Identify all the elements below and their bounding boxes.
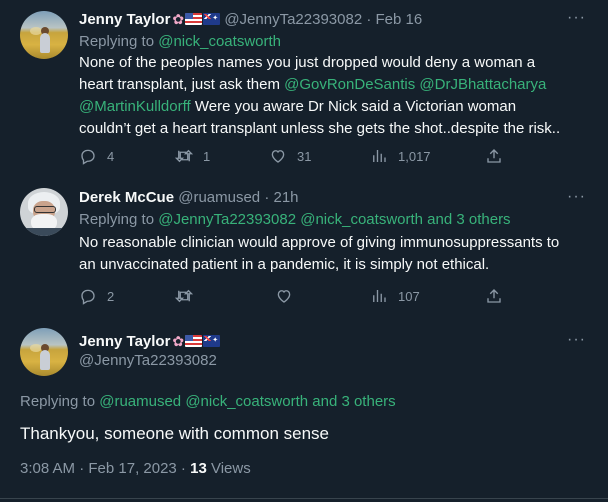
- reply-icon: [81, 289, 95, 305]
- action-bar: 2 107: [79, 286, 509, 306]
- more-icon[interactable]: ···: [567, 188, 586, 206]
- tweet-text-line: None of the peoples names you just dropp…: [79, 54, 536, 71]
- retweet-button[interactable]: 1: [175, 146, 210, 166]
- mention-link[interactable]: @GovRonDeSantis: [284, 76, 415, 93]
- tweet-header: Derek McCue @ruamused · 21h: [79, 188, 299, 208]
- au-flag-icon: [203, 335, 221, 347]
- author-handle[interactable]: @JennyTa22393082: [79, 351, 217, 371]
- divider: [0, 498, 608, 499]
- like-button[interactable]: [275, 286, 303, 306]
- avatar-glasses: [34, 206, 56, 213]
- author-name-row: Jenny Taylor ✿: [79, 331, 221, 352]
- avatar[interactable]: [20, 328, 68, 376]
- views-count: 13: [190, 460, 207, 477]
- author-name[interactable]: Derek McCue: [79, 189, 174, 206]
- tweet-meta: 3:08 AM · Feb 17, 2023 · 13 Views: [20, 459, 251, 479]
- mention-link[interactable]: @DrJBhattacharya: [419, 76, 546, 93]
- au-flag-icon: [203, 13, 221, 25]
- views-label: Views: [210, 460, 251, 477]
- share-button[interactable]: [485, 286, 503, 306]
- more-icon[interactable]: ···: [567, 331, 586, 349]
- tweet-time[interactable]: Feb 16: [376, 11, 423, 28]
- retweet-icon: [175, 289, 193, 303]
- author-name[interactable]: Jenny Taylor: [79, 11, 170, 28]
- reply-count: 2: [107, 288, 115, 304]
- avatar-figure: [40, 350, 50, 370]
- focused-tweet: Jenny Taylor✿ @JennyTa22393082 ··· Reply…: [0, 316, 608, 502]
- tweet-text-line: couldn’t get a heart transplant unless s…: [79, 120, 561, 137]
- replying-label: Replying to: [79, 33, 155, 50]
- avatar-figure: [40, 33, 50, 53]
- like-icon: [277, 290, 291, 303]
- replying-to: Replying to @nick_coatsworth: [79, 32, 281, 52]
- tweet-2[interactable]: Derek McCue @ruamused · 21h ··· Replying…: [0, 176, 608, 316]
- replying-to: Replying to @JennyTa22393082 @nick_coats…: [79, 210, 511, 230]
- tweet-text: No reasonable clinician would approve of…: [79, 232, 594, 276]
- tweet-text-line: @MartinKulldorff Were you aware Dr Nick …: [79, 96, 594, 118]
- views-icon: [373, 290, 386, 302]
- author-name[interactable]: Jenny Taylor: [79, 333, 170, 350]
- replying-label: Replying to: [79, 211, 155, 228]
- views-count: 107: [398, 288, 420, 304]
- share-icon: [487, 289, 501, 303]
- timestamp[interactable]: 3:08 AM · Feb 17, 2023 ·: [20, 460, 190, 477]
- views-button[interactable]: 1,017: [370, 146, 431, 166]
- more-icon[interactable]: ···: [567, 9, 586, 27]
- views-button[interactable]: 107: [370, 286, 420, 306]
- avatar[interactable]: [20, 11, 68, 59]
- reply-button[interactable]: 4: [79, 146, 114, 166]
- mention-link[interactable]: @MartinKulldorff: [79, 98, 191, 115]
- avatar-shirt: [20, 228, 68, 236]
- share-icon: [487, 149, 501, 163]
- flower-emoji-icon: ✿: [172, 333, 185, 349]
- retweet-icon: [175, 149, 193, 163]
- replying-mention[interactable]: @JennyTa22393082 @nick_coatsworth and 3 …: [158, 211, 510, 228]
- like-count: 31: [297, 148, 312, 164]
- tweet-1[interactable]: Jenny Taylor✿ @JennyTa22393082 · Feb 16 …: [0, 0, 608, 176]
- tweet-text-line: an unvaccinated patient in a pandemic, i…: [79, 256, 490, 273]
- tweet-header: Jenny Taylor✿ @JennyTa22393082 · Feb 16: [79, 9, 422, 30]
- author-handle[interactable]: @JennyTa22393082: [224, 11, 362, 28]
- tweet-text-fragment: Were you aware Dr Nick said a Victorian …: [194, 98, 517, 115]
- reply-count: 4: [107, 148, 115, 164]
- tweet-text: Thankyou, someone with common sense: [20, 424, 329, 443]
- like-icon: [271, 150, 285, 163]
- retweet-count: 1: [203, 148, 211, 164]
- tweet-text-line: heart transplant, just ask them @GovRonD…: [79, 74, 594, 96]
- share-button[interactable]: [485, 146, 503, 166]
- reply-icon: [81, 149, 95, 165]
- retweet-button[interactable]: [175, 286, 203, 306]
- author-handle[interactable]: @ruamused: [178, 189, 260, 206]
- like-button[interactable]: 31: [269, 146, 311, 166]
- replying-to: Replying to @ruamused @nick_coatsworth a…: [20, 392, 396, 412]
- replying-mention[interactable]: @ruamused @nick_coatsworth and 3 others: [99, 393, 395, 410]
- tweet-time[interactable]: 21h: [274, 189, 299, 206]
- views-icon: [373, 150, 386, 162]
- separator-dot: ·: [264, 189, 270, 206]
- tweet-text-line: No reasonable clinician would approve of…: [79, 234, 560, 251]
- flower-emoji-icon: ✿: [172, 11, 185, 27]
- replying-label: Replying to: [20, 393, 96, 410]
- us-flag-icon: [185, 335, 203, 347]
- views-count: 1,017: [398, 148, 431, 164]
- tweet-text: None of the peoples names you just dropp…: [79, 52, 594, 140]
- avatar[interactable]: [20, 188, 68, 236]
- reply-button[interactable]: 2: [79, 286, 114, 306]
- us-flag-icon: [185, 13, 203, 25]
- action-bar: 4 1 31 1,017: [79, 146, 509, 166]
- separator-dot: ·: [366, 11, 372, 28]
- tweet-text-fragment: heart transplant, just ask them: [79, 76, 280, 93]
- replying-mention[interactable]: @nick_coatsworth: [158, 33, 281, 50]
